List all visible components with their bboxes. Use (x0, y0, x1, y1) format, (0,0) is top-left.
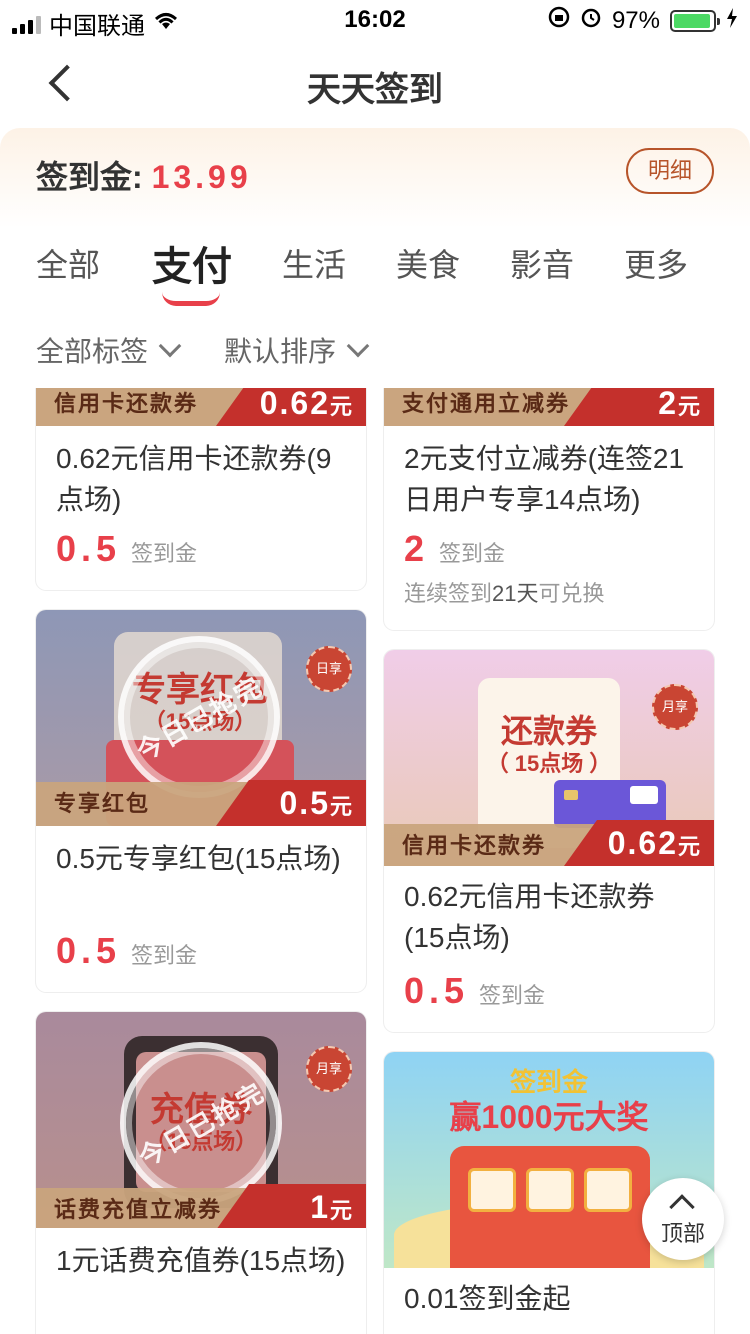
navigation-bar: 天天签到 (0, 40, 750, 128)
battery-icon (670, 9, 720, 32)
monthly-badge: 月享 (652, 684, 698, 730)
tab-payment[interactable]: 支付 (152, 234, 232, 292)
balance-value: 13.99 (151, 159, 252, 195)
product-card[interactable]: 还款券 （ 15点场 ） 月享 信用卡还款券 0.62元 0.62元信用卡还款券… (384, 650, 714, 1032)
card-art-subtitle: （ 15点场 ） (486, 751, 612, 776)
product-grid: 信用卡还款券 0.62元 0.62元信用卡还款券(9点场) 0.5 签到金 支付通… (0, 388, 750, 1334)
tag-filter-label: 全部标签 (36, 336, 149, 367)
sort-dropdown[interactable]: 默认排序 (224, 330, 370, 370)
balance-header: 签到金: 13.99 明细 (0, 128, 750, 228)
balance-display: 签到金: 13.99 (36, 152, 252, 198)
monthly-badge: 月享 (306, 1046, 352, 1092)
card-title: 2元支付立减券(连签21日用户专享14点场) (404, 443, 685, 515)
sort-label: 默认排序 (224, 336, 337, 367)
chevron-down-icon (158, 334, 182, 358)
active-tab-indicator (162, 292, 220, 306)
detail-button[interactable]: 明细 (626, 148, 714, 194)
card-price: 2 签到金 (404, 528, 506, 569)
card-banner: 支付通用立减券 2元 (384, 388, 714, 426)
tab-more[interactable]: 更多 (624, 240, 688, 286)
chevron-down-icon (346, 334, 370, 358)
card-title: 0.01签到金起 (404, 1283, 571, 1314)
card-banner: 专享红包 （15点场） 今日已抢完 日享 专享红包 0.5元 (36, 610, 366, 826)
card-title: 0.5元专享红包(15点场) (56, 843, 341, 874)
card-title: 1元话费充值券(15点场) (56, 1245, 346, 1276)
product-card[interactable]: 支付通用立减券 2元 2元支付立减券(连签21日用户专享14点场) 2 签到金 连… (384, 388, 714, 630)
product-card[interactable]: 充值券 （15点场） 今日已抢完 月享 话费充值立减券 1元 1元话费充值券(1… (36, 1012, 366, 1334)
balance-label: 签到金: (36, 159, 143, 195)
product-card[interactable]: 专享红包 （15点场） 今日已抢完 日享 专享红包 0.5元 0.5元专享红包(… (36, 610, 366, 992)
card-note: 连续签到21天可兑换 (404, 581, 605, 606)
card-banner: 充值券 （15点场） 今日已抢完 月享 话费充值立减券 1元 (36, 1012, 366, 1228)
card-price: 0.5 签到金 (404, 970, 546, 1011)
daily-badge: 日享 (306, 646, 352, 692)
card-title: 0.62元信用卡还款券(9点场) (56, 443, 332, 515)
battery-percent: 97% (611, 6, 660, 34)
back-to-top-button[interactable]: 顶部 (642, 1178, 724, 1260)
filter-bar: 全部标签 默认排序 (0, 318, 750, 388)
page-title: 天天签到 (307, 71, 443, 109)
card-price: 0.5 签到金 (56, 528, 198, 569)
slot-machine-illustration (450, 1146, 650, 1268)
sold-out-stamp: 今日已抢完 (120, 1042, 282, 1204)
card-banner: 信用卡还款券 0.62元 (36, 388, 366, 426)
tag-filter-dropdown[interactable]: 全部标签 (36, 330, 182, 370)
charging-icon (726, 7, 738, 35)
sold-out-stamp: 今日已抢完 (118, 636, 280, 798)
category-tabs: 全部 支付 生活 美食 影音 更多 (0, 228, 750, 318)
tab-media[interactable]: 影音 (510, 240, 574, 286)
status-bar: 中国联通 16:02 97% (0, 0, 750, 40)
tab-life[interactable]: 生活 (282, 240, 346, 286)
card-price: 0.5 签到金 (56, 930, 198, 971)
tab-all[interactable]: 全部 (36, 240, 100, 286)
product-card[interactable]: 信用卡还款券 0.62元 0.62元信用卡还款券(9点场) 0.5 签到金 (36, 388, 366, 590)
card-banner: 还款券 （ 15点场 ） 月享 信用卡还款券 0.62元 (384, 650, 714, 866)
alarm-icon (580, 6, 602, 35)
tab-food[interactable]: 美食 (396, 240, 460, 286)
orientation-lock-icon (548, 6, 570, 35)
card-title: 0.62元信用卡还款券(15点场) (404, 881, 655, 953)
card-art-subtitle: 赢1000元大奖 (449, 1099, 649, 1135)
